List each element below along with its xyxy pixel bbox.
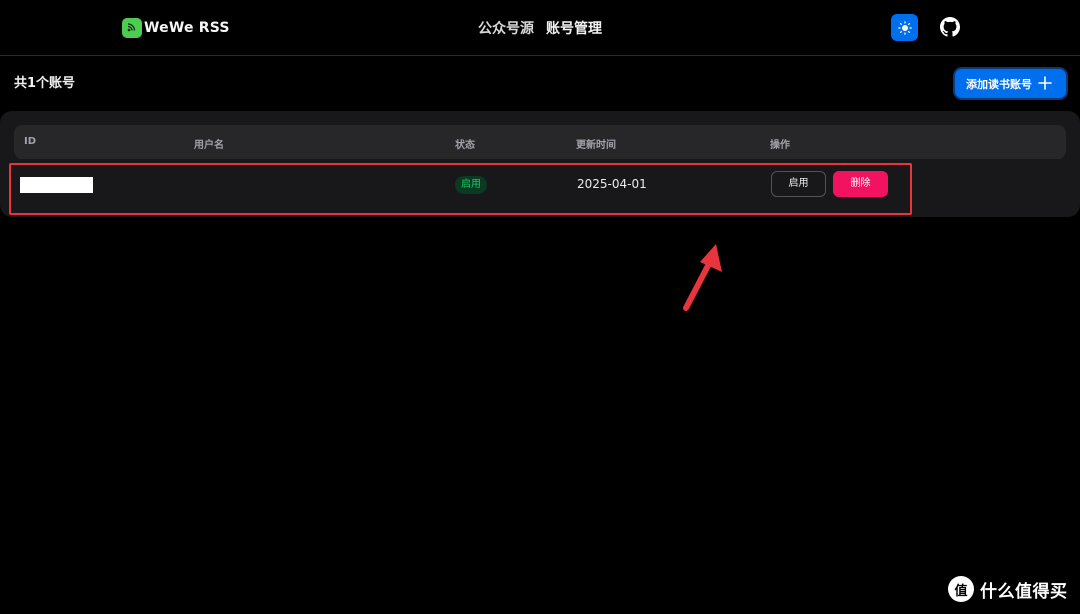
nav-link-feeds[interactable]: 公众号源 <box>478 18 534 38</box>
top-navbar: WeWe RSS 公众号源 账号管理 <box>0 0 1080 56</box>
watermark: 值 什么值得买 <box>948 576 1068 602</box>
add-account-label: 添加读书账号 <box>966 77 1032 91</box>
delete-button[interactable]: 删除 <box>833 171 888 197</box>
account-count-title: 共1个账号 <box>14 76 76 91</box>
column-header-status: 状态 <box>455 140 475 151</box>
nav-link-accounts[interactable]: 账号管理 <box>546 18 602 38</box>
column-header-actions: 操作 <box>770 140 790 151</box>
table-row: 启用 2025-04-01 启用 删除 <box>14 165 910 211</box>
annotation-arrow-icon <box>683 244 722 311</box>
account-id-redacted <box>20 177 93 193</box>
updated-date: 2025-04-01 <box>577 177 647 191</box>
theme-toggle-button[interactable] <box>891 14 918 41</box>
table-header: ID 用户名 状态 更新时间 操作 <box>14 125 1066 159</box>
rss-chat-icon <box>122 18 142 38</box>
enable-button[interactable]: 启用 <box>771 171 826 197</box>
watermark-logo-glyph: 值 <box>954 583 968 599</box>
watermark-logo: 值 <box>948 576 974 602</box>
plus-icon <box>1038 76 1052 90</box>
column-header-updated: 更新时间 <box>576 140 616 151</box>
column-header-id: ID <box>24 136 37 147</box>
add-account-button[interactable]: 添加读书账号 <box>955 69 1066 98</box>
accounts-table: ID 用户名 状态 更新时间 操作 启用 2025-04-01 启用 删除 <box>0 111 1080 217</box>
watermark-text: 什么值得买 <box>980 581 1068 602</box>
app-name: WeWe RSS <box>144 20 230 36</box>
status-badge: 启用 <box>455 176 487 194</box>
github-icon <box>940 17 960 37</box>
main-nav: 公众号源 账号管理 <box>478 18 602 38</box>
sun-icon <box>897 20 912 35</box>
github-link[interactable] <box>940 17 960 37</box>
column-header-username: 用户名 <box>194 140 224 151</box>
app-logo[interactable]: WeWe RSS <box>122 16 230 40</box>
